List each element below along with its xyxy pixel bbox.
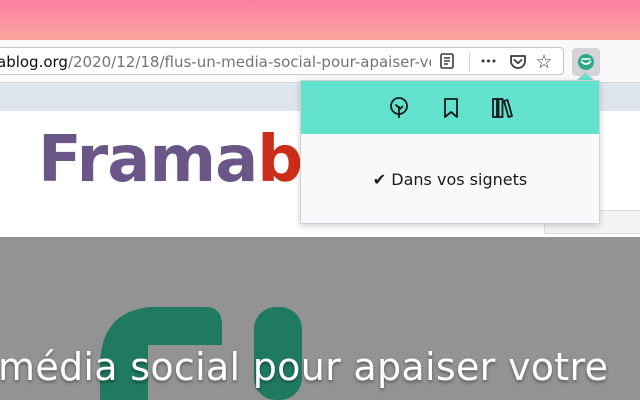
window-titlebar [0,0,640,40]
tree-icon[interactable] [387,96,411,120]
navigation-toolbar: ablog.org/2020/12/18/flus-un-media-socia… [0,40,640,83]
article-title[interactable]: média social pour apaiser votre [0,345,608,389]
flus-popup-panel: ✔ Dans vos signets [300,80,600,224]
pocket-icon[interactable] [508,52,528,72]
url-text: ablog.org/2020/12/18/flus-un-media-socia… [0,53,431,71]
site-logo[interactable]: Framabl [38,122,324,198]
popup-header [301,81,599,134]
url-host: ablog.org [0,53,68,71]
more-dots-icon[interactable]: ••• [478,52,498,72]
urlbar-separator [469,52,470,72]
bookmark-star-icon[interactable]: ☆ [534,52,554,72]
url-bar[interactable]: ablog.org/2020/12/18/flus-un-media-socia… [0,47,564,75]
library-icon[interactable] [490,96,514,120]
bookmark-icon[interactable] [439,96,463,120]
bookmark-status-message: ✔ Dans vos signets [372,170,528,189]
url-path: /2020/12/18/flus-un-media-social-pour-ap… [67,53,431,71]
reader-view-icon[interactable] [438,52,456,70]
logo-text-part1: Frama [38,123,258,197]
flus-extension-icon [578,54,594,70]
